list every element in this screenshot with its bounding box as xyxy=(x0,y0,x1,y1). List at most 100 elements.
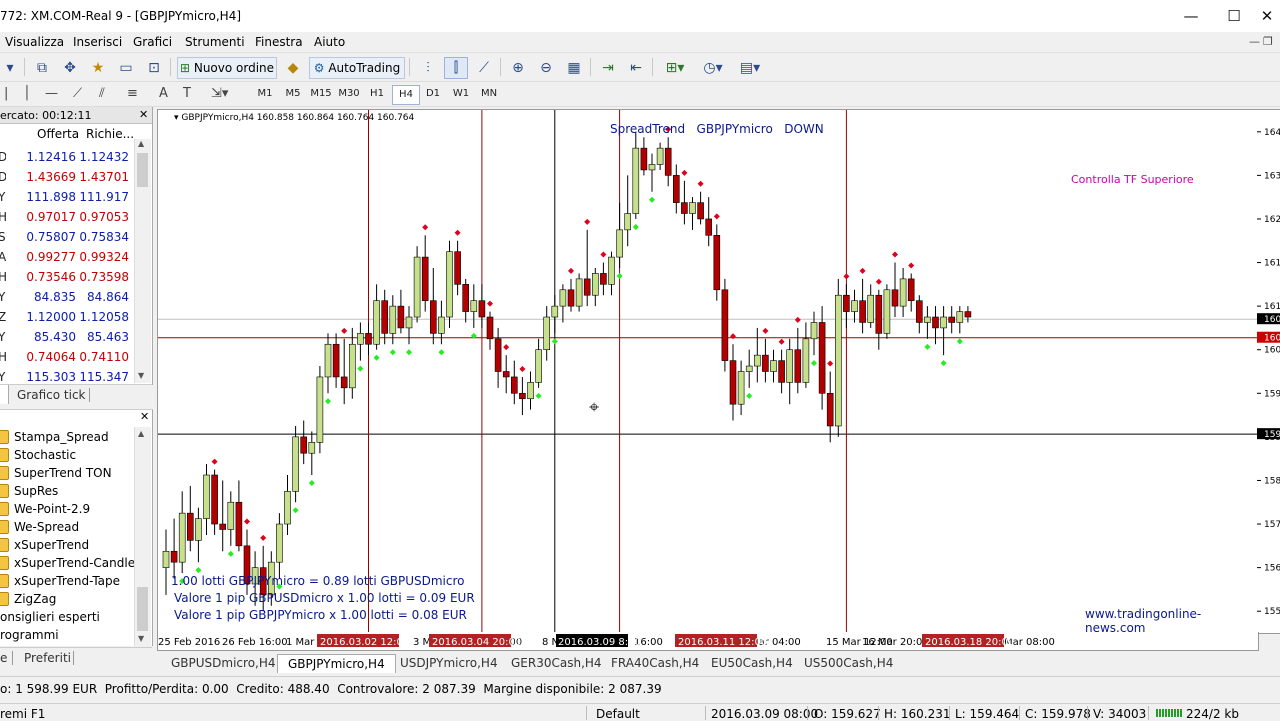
market-watch-row[interactable]: HF 0.970170.97053 xyxy=(0,207,134,227)
tab-symbols[interactable] xyxy=(0,385,9,404)
trendline-icon[interactable]: ⟋ xyxy=(73,85,82,103)
fibonacci-icon[interactable]: ≡ xyxy=(127,85,138,103)
bar-chart-icon[interactable]: ⫶ xyxy=(416,57,440,79)
candlestick-chart-icon[interactable]: ⫿ xyxy=(444,57,468,79)
menu-finestra[interactable]: Finestra xyxy=(255,35,303,49)
chart-shift-icon[interactable]: ⇥ xyxy=(596,57,620,79)
terminal-icon[interactable]: ▭ xyxy=(114,57,138,79)
navigator-item[interactable]: Stampa_Spread xyxy=(0,428,134,446)
timeframe-m15[interactable]: M15 xyxy=(308,85,334,103)
periods-icon[interactable]: ◷▾ xyxy=(696,57,730,79)
menu-visualizza[interactable]: Visualizza xyxy=(5,35,64,49)
timeframe-d1[interactable]: D1 xyxy=(420,85,446,103)
text-icon[interactable]: A xyxy=(159,85,168,103)
timeframe-h1[interactable]: H1 xyxy=(364,85,390,103)
navigator-icon[interactable]: ★ xyxy=(86,57,110,79)
menu-aiuto[interactable]: Aiuto xyxy=(314,35,345,49)
vertical-line-icon[interactable]: │ xyxy=(23,85,31,103)
menu-strumenti[interactable]: Strumenti xyxy=(185,35,245,49)
market-watch-row[interactable]: D 1.12416 1.12432 xyxy=(0,147,134,167)
tab-grafico-tick[interactable]: Grafico tick xyxy=(17,388,85,402)
ask-column-header[interactable]: Richie... xyxy=(86,127,134,141)
scroll-up-icon[interactable]: ▲ xyxy=(138,139,144,148)
chart-tab-eu50[interactable]: EU50Cash,H4 xyxy=(701,654,803,672)
navigator-item[interactable]: Stochastic xyxy=(0,446,134,464)
line-chart-icon[interactable]: ⟋ xyxy=(472,57,496,79)
cursor-icon[interactable]: | xyxy=(4,85,8,103)
tab-preferiti[interactable]: Preferiti xyxy=(24,651,71,665)
tab-common[interactable]: e xyxy=(0,651,7,665)
chart-canvas[interactable] xyxy=(158,110,1258,633)
arrows-icon[interactable]: ⇲▾ xyxy=(211,85,228,103)
timeframe-m1[interactable]: M1 xyxy=(252,85,278,103)
market-watch-row[interactable]: Y 84.835 84.864 xyxy=(0,287,134,307)
chart-window[interactable]: ▾ GBPJPYmicro,H4 160.858 160.864 160.764… xyxy=(157,109,1259,634)
tile-windows-icon[interactable]: ▦ xyxy=(562,57,586,79)
chart-tab-fra40[interactable]: FRA40Cash,H4 xyxy=(601,654,709,672)
market-watch-row[interactable]: AD 0.992770.99324 xyxy=(0,247,134,267)
market-watch-row[interactable]: D 1.43669 1.43701 xyxy=(0,167,134,187)
indicators-icon[interactable]: ⊞▾ xyxy=(658,57,692,79)
menu-grafici[interactable]: Grafici xyxy=(133,35,172,49)
navigator-item[interactable]: We-Point-2.9 xyxy=(0,500,134,518)
timeframe-w1[interactable]: W1 xyxy=(448,85,474,103)
navigator-section[interactable]: onsiglieri esperti xyxy=(0,608,134,626)
market-watch-row[interactable]: HF 0.735460.73598 xyxy=(0,267,134,287)
navigator-item[interactable]: xSuperTrend-Tape xyxy=(0,572,134,590)
price-axis[interactable]: 155 156 157 158 159 159 160 161 161 162 163 164 160 1… xyxy=(1257,109,1280,634)
templates-icon[interactable]: ▤▾ xyxy=(733,57,767,79)
mdi-minimize-button[interactable]: — xyxy=(1249,35,1260,48)
timeframe-m30[interactable]: M30 xyxy=(336,85,362,103)
crosshair-icon[interactable]: ✥ xyxy=(58,57,82,79)
navigator-item[interactable]: ZigZag xyxy=(0,590,134,608)
scroll-down-icon[interactable]: ▼ xyxy=(138,371,144,380)
mdi-restore-button[interactable]: ❐ xyxy=(1263,35,1273,48)
navigator-close-icon[interactable]: ✕ xyxy=(140,410,149,423)
zoom-in-icon[interactable]: ⊕ xyxy=(506,57,530,79)
tester-icon[interactable]: ⊡ xyxy=(142,57,166,79)
time-axis[interactable]: 25 Feb 2016 26 Feb 16:00 1 Mar 03 M:00 8 N1… xyxy=(157,632,1259,651)
chart-tab-usdjpy[interactable]: USDJPYmicro,H4 xyxy=(390,654,508,672)
navigator-item[interactable]: xSuperTrend xyxy=(0,536,134,554)
scrollbar-thumb[interactable] xyxy=(137,587,148,631)
profiles-icon[interactable]: ⧉ xyxy=(30,57,54,79)
new-order-button[interactable]: ⊞ Nuovo ordine xyxy=(177,57,277,79)
navigator-item[interactable]: xSuperTrend-Candles xyxy=(0,554,141,572)
channel-icon[interactable]: ⫽ xyxy=(99,85,105,103)
navigator-item[interactable]: SuperTrend TON xyxy=(0,464,134,482)
status-profile[interactable]: Default xyxy=(596,707,640,721)
chart-tab-gbpusd[interactable]: GBPUSDmicro,H4 xyxy=(161,654,286,672)
metaeditor-icon[interactable]: ◆ xyxy=(281,57,305,79)
autotrading-button[interactable]: ⚙ AutoTrading xyxy=(309,57,405,79)
auto-scroll-icon[interactable]: ⇤ xyxy=(624,57,648,79)
chart-tab-gbpjpy[interactable]: GBPJPYmicro,H4 xyxy=(277,654,396,673)
market-watch-close-icon[interactable]: ✕ xyxy=(139,108,148,121)
timeframe-h4[interactable]: H4 xyxy=(392,85,420,105)
new-chart-icon[interactable]: ▾ xyxy=(0,57,20,79)
menu-inserisci[interactable]: Inserisci xyxy=(73,35,122,49)
horizontal-line-icon[interactable]: — xyxy=(45,85,58,103)
status-separator xyxy=(1019,706,1020,720)
navigator-section[interactable]: rogrammi xyxy=(0,626,134,644)
chart-tab-us500[interactable]: US500Cash,H4 xyxy=(794,654,903,672)
scrollbar-thumb[interactable] xyxy=(137,153,148,187)
scroll-up-icon[interactable]: ▲ xyxy=(138,429,144,438)
text-label-icon[interactable]: T xyxy=(183,85,191,103)
navigator-scrollbar[interactable]: ▲ ▼ xyxy=(134,427,151,646)
navigator-item[interactable]: We-Spread xyxy=(0,518,134,536)
timeframe-m5[interactable]: M5 xyxy=(280,85,306,103)
navigator-item[interactable]: SupRes xyxy=(0,482,134,500)
scroll-down-icon[interactable]: ▼ xyxy=(138,634,144,643)
bid-column-header[interactable]: Offerta xyxy=(37,127,79,141)
market-watch-row[interactable]: ZD 1.120001.12058 xyxy=(0,307,134,327)
market-watch-row[interactable]: Y 111.898 111.917 xyxy=(0,187,134,207)
market-watch-row[interactable]: HF 0.740640.74110 xyxy=(0,347,134,367)
timeframe-mn[interactable]: MN xyxy=(476,85,502,103)
zoom-out-icon[interactable]: ⊖ xyxy=(534,57,558,79)
minimize-button[interactable]: — xyxy=(1168,0,1214,32)
close-button[interactable]: ✕ xyxy=(1244,0,1280,32)
market-watch-row[interactable]: SD 0.758070.75834 xyxy=(0,227,134,247)
market-watch-scrollbar[interactable]: ▲ ▼ xyxy=(134,139,151,383)
chart-tab-ger30[interactable]: GER30Cash,H4 xyxy=(501,654,612,672)
market-watch-row[interactable]: Y 85.430 85.463 xyxy=(0,327,134,347)
